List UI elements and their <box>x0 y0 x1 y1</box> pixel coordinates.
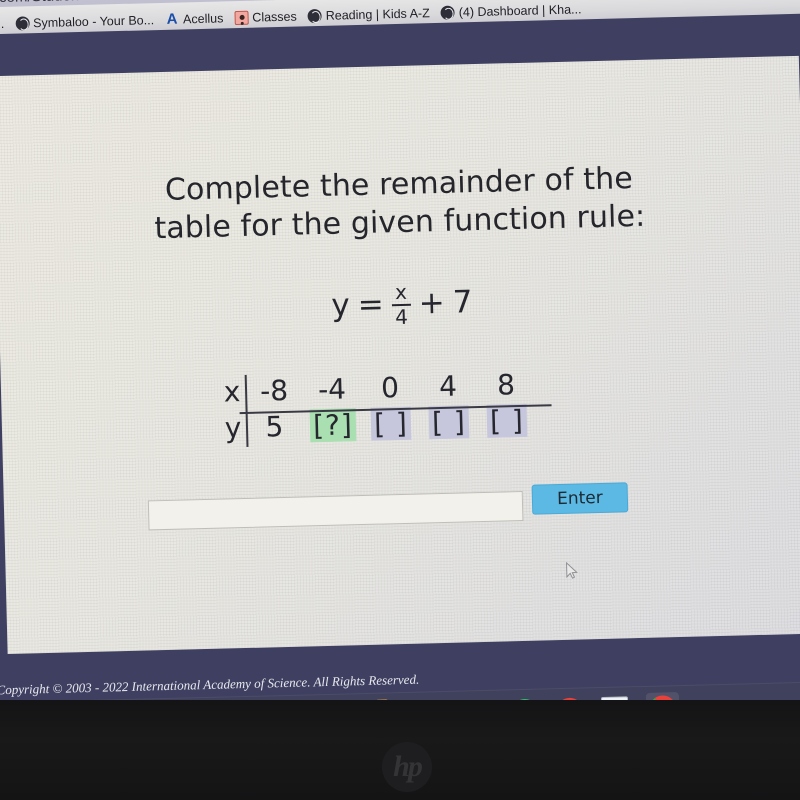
fraction-denominator: 4 <box>394 304 409 329</box>
fraction-numerator: x <box>394 279 408 305</box>
enter-button[interactable]: Enter <box>531 482 629 515</box>
globe-icon <box>440 5 455 20</box>
globe-icon <box>15 16 30 31</box>
globe-icon <box>307 8 322 24</box>
table-cell-y-4[interactable]: [ ] <box>477 403 536 438</box>
answer-input[interactable] <box>147 490 524 531</box>
equation-fraction: x 4 <box>391 279 411 329</box>
equation-equals: = <box>357 286 385 323</box>
table-cell-x-0: -8 <box>259 373 289 408</box>
table-row-label-y: y <box>224 410 242 444</box>
bookmark-core[interactable]: ore... <box>0 17 4 32</box>
bookmark-symbaloo[interactable]: Symbaloo - Your Bo... <box>15 13 154 31</box>
bookmark-classes[interactable]: Classes <box>234 10 297 26</box>
equation-plus: + <box>418 284 446 322</box>
bookmark-label: Classes <box>252 9 297 25</box>
table-cell-y-0: 5 <box>246 409 305 443</box>
acellus-a-icon: A <box>166 10 178 28</box>
question-text: Complete the remainder of the table for … <box>0 156 800 253</box>
bookmark-label: Acellus <box>182 11 224 27</box>
table-cell-x-4: 8 <box>496 367 516 402</box>
table-cell-y-4-value: [ ] <box>486 403 528 438</box>
table-cell-y-1-value: [?] <box>309 407 357 442</box>
table-cell-y-0-value: 5 <box>265 409 285 443</box>
table-cell-y-2-value: [ ] <box>370 406 412 441</box>
bookmark-label: (4) Dashboard | Kha... <box>458 2 582 20</box>
equation-constant: 7 <box>452 283 473 321</box>
table-cell-y-3[interactable]: [ ] <box>420 404 479 439</box>
bookmark-acellus[interactable]: A Acellus <box>165 10 224 28</box>
classes-icon <box>234 10 249 26</box>
equation-lhs: y <box>330 287 351 324</box>
mouse-cursor-icon <box>565 561 578 579</box>
table-cell-y-2[interactable]: [ ] <box>362 406 421 441</box>
table-cell-y-1-active[interactable]: [?] <box>304 407 363 442</box>
hp-logo: hp <box>382 742 432 792</box>
function-table: x -8 -4 0 4 8 y 5 [?] [ ] [ ] [ ] <box>219 366 552 447</box>
table-cell-x-3: 4 <box>438 369 458 403</box>
bookmark-label: Symbaloo - Your Bo... <box>33 13 155 31</box>
laptop-screen: us.com/StudentFunctions/Interface/acellu… <box>0 0 800 730</box>
table-cell-x-2: 0 <box>380 370 400 405</box>
bookmark-label: ore... <box>0 16 5 32</box>
acellus-app-frame: Complete the remainder of the table for … <box>0 13 800 730</box>
bookmark-khan-dashboard[interactable]: (4) Dashboard | Kha... <box>440 2 582 20</box>
screenshot-root: us.com/StudentFunctions/Interface/acellu… <box>0 0 800 800</box>
table-row-label-x: x <box>223 374 241 408</box>
bookmark-reading-kids-a-z[interactable]: Reading | Kids A-Z <box>307 6 430 24</box>
lesson-content-area: Complete the remainder of the table for … <box>0 55 800 655</box>
bookmark-label: Reading | Kids A-Z <box>325 6 430 23</box>
function-rule-equation: y = x 4 + 7 <box>0 271 800 337</box>
table-cell-y-3-value: [ ] <box>428 404 470 439</box>
table-cell-x-1: -4 <box>317 371 347 406</box>
